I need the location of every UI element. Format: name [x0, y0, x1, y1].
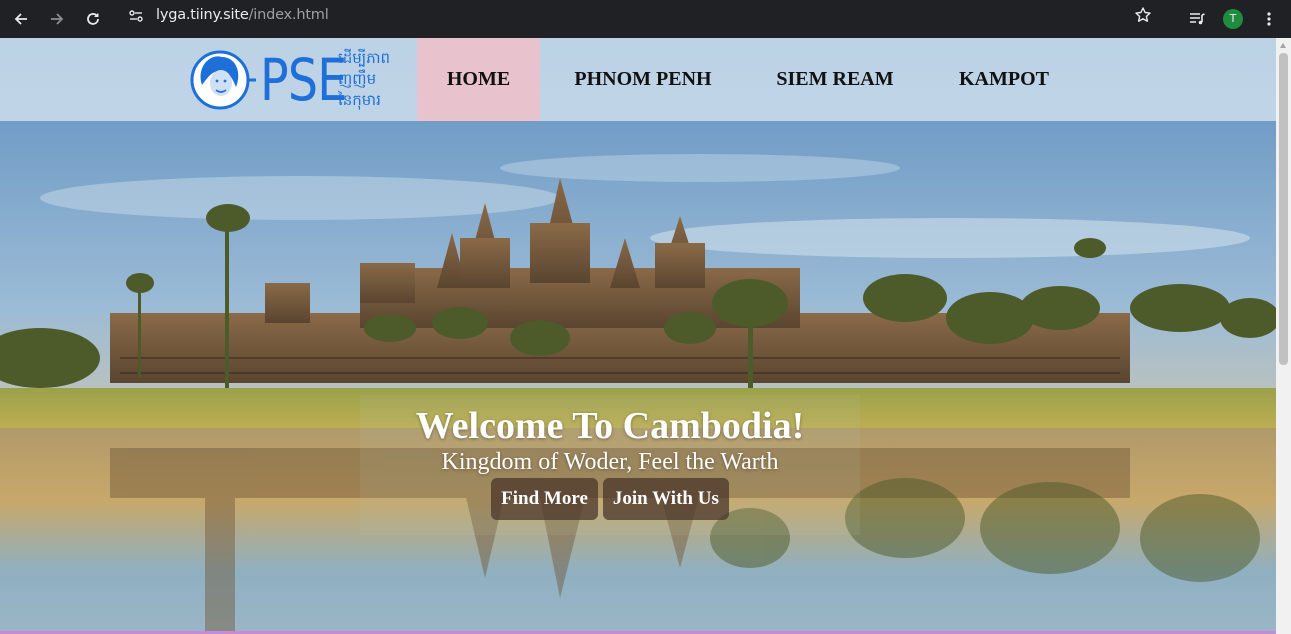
scrollbar-thumb[interactable]: [1279, 53, 1288, 365]
reload-icon[interactable]: [77, 3, 109, 35]
logo-khmer-line: ញញឹម: [338, 70, 377, 88]
find-more-button[interactable]: Find More: [491, 478, 598, 520]
join-with-us-button[interactable]: Join With Us: [602, 478, 729, 520]
media-controls-icon[interactable]: [1181, 3, 1213, 35]
hero-title: Welcome To Cambodia!: [415, 405, 805, 447]
hero-subtitle: Kingdom of Woder, Feel the Warth: [441, 449, 779, 475]
back-arrow-icon[interactable]: [5, 3, 37, 35]
nav-home[interactable]: HOME: [417, 38, 540, 121]
scroll-up-arrow-icon[interactable]: [1280, 43, 1286, 48]
page-scrollbar[interactable]: [1276, 38, 1291, 634]
logo-khmer-line: ដើម្បីភាព: [338, 49, 391, 67]
site-header: PSE ដើម្បីភាព ញញឹម នៃកុមារ HOME PHNOM PE…: [0, 38, 1276, 121]
forward-arrow-icon[interactable]: [41, 3, 73, 35]
site-info-icon[interactable]: [128, 8, 144, 24]
logo-portrait-icon: [190, 50, 256, 110]
page-viewport: PSE ដើម្បីភាព ញញឹម នៃកុមារ HOME PHNOM PE…: [0, 38, 1276, 634]
url-host: lyga.tiiny.site: [156, 7, 249, 23]
angkor-wat-hero-image: [0, 38, 1276, 634]
kebab-menu-icon[interactable]: [1253, 3, 1285, 35]
nav-phnom-penh[interactable]: PHNOM PENH: [540, 38, 746, 121]
logo-khmer-line: នៃកុមារ: [338, 91, 381, 109]
main-nav: HOME PHNOM PENH SIEM REAM KAMPOT: [417, 38, 1084, 121]
url-text[interactable]: lyga.tiiny.site/index.html: [156, 6, 329, 24]
site-logo[interactable]: PSE ដើម្បីភាព ញញឹម នៃកុមារ: [190, 46, 395, 114]
logo-khmer-text: ដើម្បីភាព ញញឹម នៃកុមារ: [338, 48, 398, 111]
logo-text: PSE: [260, 46, 347, 114]
nav-kampot[interactable]: KAMPOT: [924, 38, 1084, 121]
url-path: /index.html: [248, 7, 329, 23]
star-icon[interactable]: [1134, 6, 1152, 29]
profile-avatar[interactable]: T: [1217, 3, 1249, 35]
address-bar[interactable]: lyga.tiiny.site/index.html: [116, 1, 1168, 31]
hero-buttons: Find More Join With Us: [360, 478, 860, 520]
profile-initial: T: [1223, 9, 1243, 29]
hero-content: Welcome To Cambodia! Kingdom of Woder, F…: [360, 396, 860, 520]
nav-siem-ream[interactable]: SIEM REAM: [746, 38, 924, 121]
browser-toolbar: lyga.tiiny.site/index.html T: [0, 0, 1291, 38]
